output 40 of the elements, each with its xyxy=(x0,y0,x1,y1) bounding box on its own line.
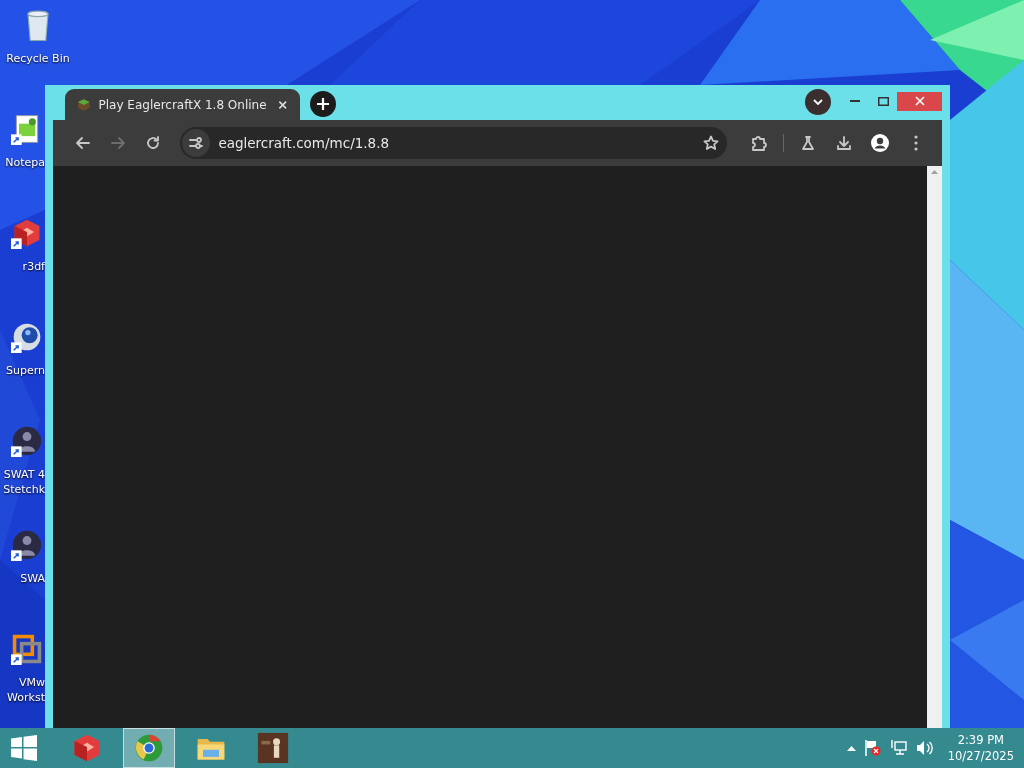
chevron-up-icon[interactable] xyxy=(846,745,856,751)
forward-arrow-icon xyxy=(109,135,126,151)
maximize-icon xyxy=(877,96,889,106)
address-bar[interactable]: eaglercraft.com/mc/1.8.8 xyxy=(180,127,727,159)
chevron-down-icon xyxy=(813,99,823,105)
flask-icon xyxy=(800,135,816,151)
windows-logo-icon xyxy=(11,735,37,761)
network-icon[interactable] xyxy=(889,739,908,757)
speaker-icon[interactable] xyxy=(915,739,934,757)
clock-time: 2:39 PM xyxy=(957,732,1004,748)
icon-label: Notepa xyxy=(5,155,45,170)
site-settings-icon xyxy=(188,135,205,151)
flag-icon[interactable] xyxy=(863,739,882,757)
avatar-icon xyxy=(870,133,890,153)
plus-icon xyxy=(316,97,330,111)
icon-label: Recycle Bin xyxy=(6,51,70,66)
download-icon xyxy=(836,135,852,151)
back-arrow-icon xyxy=(74,135,91,151)
more-vertical-icon xyxy=(914,135,918,151)
reload-icon xyxy=(144,135,161,151)
new-tab-button[interactable] xyxy=(310,91,336,117)
scrollbar[interactable] xyxy=(927,166,942,728)
star-icon[interactable] xyxy=(703,135,719,151)
minimize-icon xyxy=(850,100,860,102)
icon-label: VMw xyxy=(18,675,45,690)
icon-label: Workst xyxy=(7,690,45,705)
icon-label: r3df xyxy=(22,259,45,274)
puzzle-icon xyxy=(750,134,768,152)
figure-icon xyxy=(257,732,289,764)
cube-icon xyxy=(77,97,91,112)
taskbar-app[interactable] xyxy=(123,728,175,768)
icon-label: Supern xyxy=(6,363,45,378)
icon-label: SWA xyxy=(20,571,45,586)
close-icon xyxy=(914,96,925,106)
icon-label: Stetchk xyxy=(3,482,45,497)
tab-search-button[interactable] xyxy=(805,89,831,115)
browser-tab[interactable]: Play EaglercraftX 1.8 Online xyxy=(65,89,300,120)
browser-icon xyxy=(133,732,165,764)
clock-date: 10/27/2025 xyxy=(947,748,1014,764)
icon-label: SWAT 4 xyxy=(3,467,45,482)
